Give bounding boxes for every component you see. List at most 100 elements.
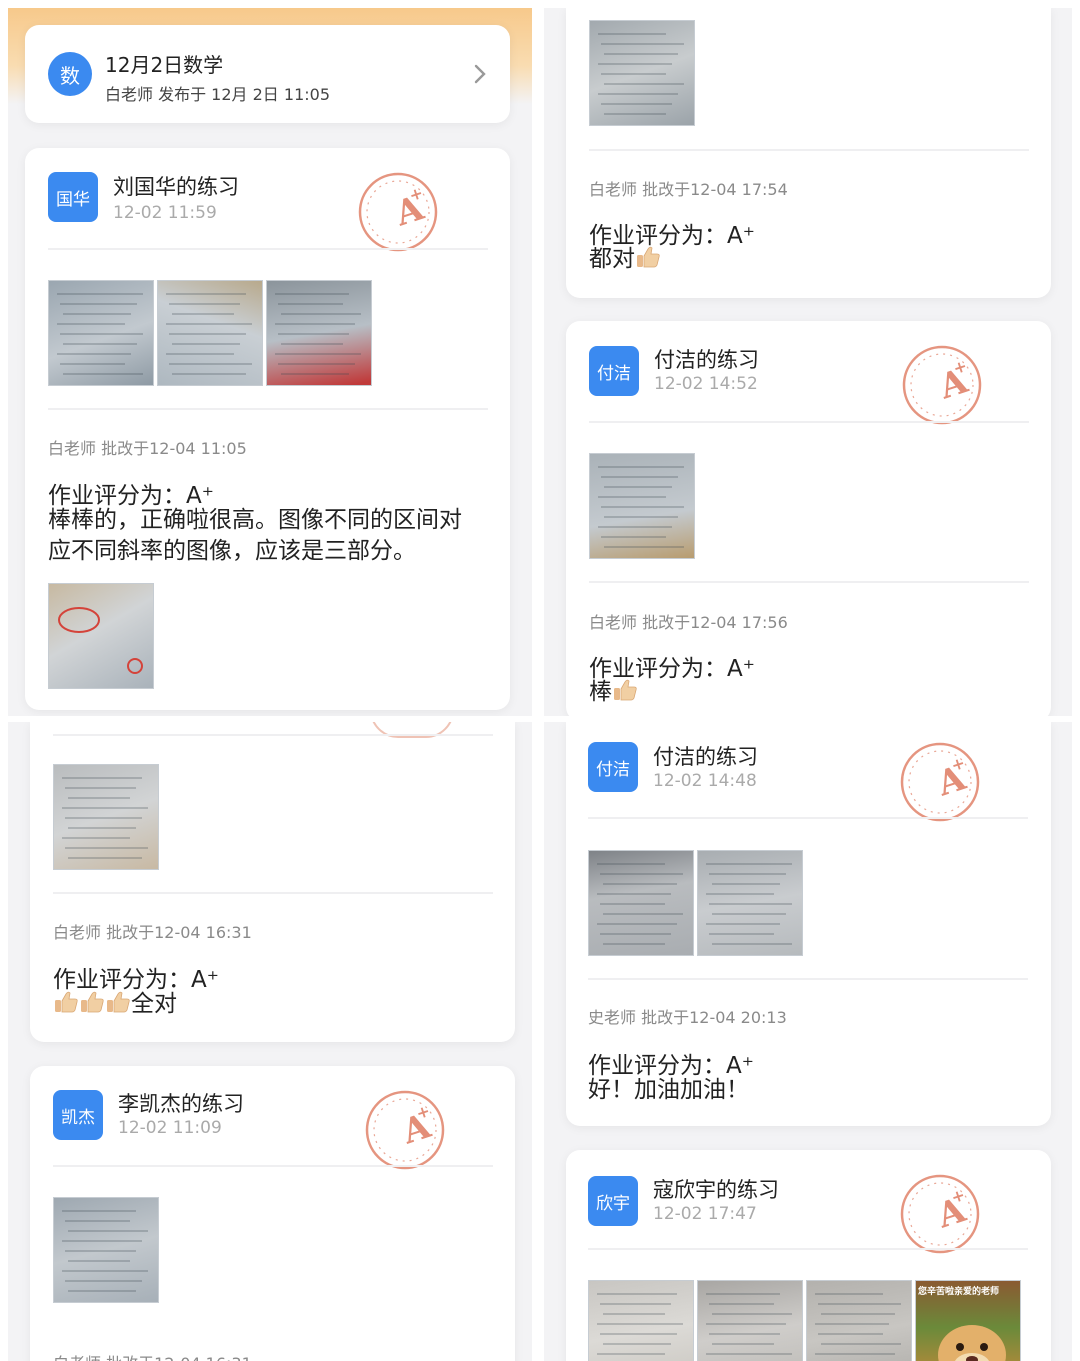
photo-text-line [65, 1220, 130, 1222]
photo-text-line [169, 303, 240, 305]
photo-text-line [712, 883, 780, 885]
photo-text-line [65, 1280, 142, 1282]
submission-card-fujie-2[interactable]: 付洁 付洁的练习 12-02 14:48 A + 史老师 批改于12-04 20… [566, 722, 1051, 1126]
photo-text-line [281, 313, 361, 315]
photo-text-line [709, 873, 786, 875]
teacher-comment: 棒 [589, 677, 638, 708]
photo-text-line [598, 526, 672, 528]
thumbs-up-icon [614, 679, 637, 701]
submission-time: 12-02 14:52 [654, 374, 758, 394]
homework-photo-thumbnail[interactable] [697, 850, 803, 956]
submission-card-top-right[interactable]: 白老师 批改于12-04 17:54 作业评分为：A⁺ 都对 [566, 8, 1051, 298]
photo-text-line [278, 363, 355, 365]
homework-photo-thumbnail[interactable] [589, 20, 695, 126]
photo-text-line [818, 1303, 901, 1305]
assignment-subtitle: 白老师 发布于 12月 2日 11:05 [105, 85, 330, 104]
submission-card-kouxinyu[interactable]: 欣宇 寇欣宇的练习 12-02 17:47 A + 您辛苦啦亲爱的老师 [566, 1150, 1051, 1361]
divider [48, 248, 488, 250]
submission-card-liu[interactable]: 国华 刘国华的练习 12-02 11:59 A + 白老师 批改于12-04 1… [25, 148, 510, 710]
photo-text-line [281, 373, 349, 375]
homework-photo-thumbnail[interactable] [266, 280, 372, 386]
student-name: 付洁的练习 [654, 348, 759, 372]
divider [53, 734, 493, 736]
student-avatar: 付洁 [589, 346, 639, 396]
photo-text-line [57, 293, 143, 295]
screenshot-panel-top-right: 白老师 批改于12-04 17:54 作业评分为：A⁺ 都对 付洁 付洁的练习 … [544, 8, 1072, 716]
submission-card-likaijie[interactable]: 凯杰 李凯杰的练习 12-02 11:09 A + 白老师 批改于12-04 1… [30, 1066, 515, 1361]
homework-photo-thumbnail[interactable] [53, 1197, 159, 1303]
photo-text-line [603, 913, 683, 915]
photo-text-line [712, 1313, 792, 1315]
photo-text-line [815, 1323, 889, 1325]
photo-text-line [278, 333, 349, 335]
photo-text-line [281, 343, 343, 345]
photo-text-line [63, 313, 131, 315]
submission-time: 12-02 17:47 [653, 1204, 757, 1224]
a-plus-stamp-icon: A + [365, 1090, 445, 1170]
photo-text-line [706, 1293, 780, 1295]
photo-text-line [604, 516, 678, 518]
a-plus-stamp-icon: A + [900, 742, 980, 822]
homework-photo-thumbnail[interactable] [806, 1280, 912, 1361]
photo-text-line [63, 373, 143, 375]
photo-text-line [275, 353, 361, 355]
photo-text-line [598, 63, 672, 65]
photo-text-line [65, 817, 142, 819]
homework-photo-thumbnail[interactable] [157, 280, 263, 386]
student-name: 刘国华的练习 [113, 175, 239, 199]
photo-text-line [62, 777, 142, 779]
photo-text-line [597, 923, 677, 925]
photo-text-line [709, 1333, 780, 1335]
submission-time: 12-02 11:09 [118, 1118, 222, 1138]
chevron-right-icon[interactable] [473, 63, 487, 85]
photo-text-line [603, 943, 665, 945]
thumbs-up-icon [55, 991, 78, 1013]
a-plus-stamp-icon: A + [358, 172, 438, 252]
homework-photo-thumbnail[interactable] [48, 280, 154, 386]
divider [589, 581, 1029, 583]
homework-photo-thumbnail[interactable] [53, 764, 159, 870]
thumbs-up-icon [107, 991, 130, 1013]
screenshot-panel-bottom-left: 白老师 批改于12-04 16:31 作业评分为：A⁺ 全对 凯杰 李凯杰的练习… [8, 722, 532, 1361]
student-avatar: 国华 [48, 172, 98, 222]
photo-text-line [600, 903, 665, 905]
photo-text-line [706, 1353, 792, 1355]
photo-text-line [278, 303, 343, 305]
photo-text-line [62, 1270, 148, 1272]
divider [588, 978, 1028, 980]
photo-text-line [709, 933, 774, 935]
photo-text-line [597, 893, 671, 895]
assignment-header-card[interactable]: 数 12月2日数学 白老师 发布于 12月 2日 11:05 [25, 25, 510, 123]
homework-photo-thumbnail[interactable] [589, 453, 695, 559]
thank-you-sticker-thumbnail[interactable]: 您辛苦啦亲爱的老师 [915, 1280, 1021, 1361]
comment-text: 都对 [589, 246, 635, 272]
photo-text-line [63, 343, 137, 345]
photo-text-line [706, 893, 774, 895]
homework-photo-thumbnail[interactable] [588, 1280, 694, 1361]
photo-text-line [275, 293, 349, 295]
photo-text-line [706, 923, 780, 925]
photo-text-line [601, 476, 678, 478]
a-plus-stamp-icon: A + [900, 1174, 980, 1254]
photo-text-line [68, 1230, 148, 1232]
photo-text-line [604, 113, 666, 115]
photo-text-line [706, 863, 792, 865]
photo-text-line [601, 73, 666, 75]
corrected-photo-thumbnail[interactable] [48, 583, 154, 689]
homework-photo-thumbnail[interactable] [588, 850, 694, 956]
bear-sticker-icon [938, 1325, 1006, 1361]
divider [588, 817, 1028, 819]
reviewer-info: 白老师 批改于12-04 11:05 [48, 439, 247, 458]
photo-text-line [57, 353, 131, 355]
photo-text-line [600, 873, 683, 875]
photo-text-line [60, 303, 137, 305]
photo-text-line [598, 466, 684, 468]
photo-text-line [597, 1293, 677, 1295]
submission-card-fujie-1[interactable]: 付洁 付洁的练习 12-02 14:52 A + 白老师 批改于12-04 17… [566, 321, 1051, 716]
photo-text-line [598, 33, 666, 35]
submission-card-mid-left[interactable]: 白老师 批改于12-04 16:31 作业评分为：A⁺ 全对 [30, 722, 515, 1042]
photo-text-line [68, 827, 136, 829]
homework-photo-thumbnail[interactable] [697, 1280, 803, 1361]
photo-text-line [60, 363, 125, 365]
photo-text-line [706, 1323, 786, 1325]
